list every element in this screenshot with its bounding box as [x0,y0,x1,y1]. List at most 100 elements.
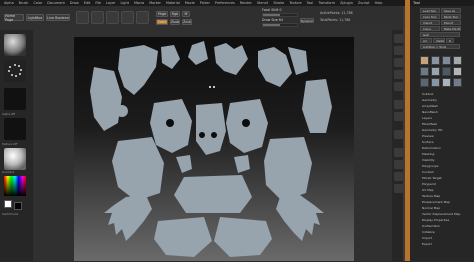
persp-button[interactable] [394,100,403,109]
menu-item-movie[interactable]: Movie [185,1,195,5]
zadd-toggle[interactable]: Zadd [156,19,168,25]
menu-item-help[interactable]: Help [375,1,383,5]
menu-item-zplugin[interactable]: Zplugin [340,1,353,5]
local-button[interactable] [394,130,403,139]
tool-thumbnail-4[interactable] [453,56,462,65]
color-picker[interactable] [4,176,26,196]
draw-size-slider[interactable] [262,23,298,27]
subpalette-subtool[interactable]: Subtool [422,92,433,96]
subpalette-vector-displacement-map[interactable]: Vector Displacement Map [422,212,460,216]
subpalette-preview[interactable]: Preview [422,134,434,138]
tool-thumbnail-7[interactable] [442,67,451,76]
subpalette-masking[interactable]: Masking [422,152,434,156]
subpalette-geometry[interactable]: Geometry [422,98,437,102]
subpalette-arraymesh[interactable]: ArrayMesh [422,104,438,108]
lightbox-button[interactable]: LightBox [26,14,44,21]
document-canvas[interactable] [74,37,354,261]
tool-make-polymesh3d-button[interactable]: Make PolyMesh3D [441,26,461,31]
tool-thumbnail-3[interactable] [442,56,451,65]
texture-thumbnail[interactable] [4,118,26,140]
menu-item-stencil[interactable]: Stencil [257,1,268,5]
rotate-mode-button[interactable] [136,11,149,24]
tool-thumbnail-12[interactable] [453,78,462,87]
menu-item-light[interactable]: Light [120,1,128,5]
tool-thumbnail-9[interactable] [420,78,429,87]
subpalette-polypaint[interactable]: Polypaint [422,182,436,186]
subpalette-nanomesh[interactable]: NanoMesh [422,110,438,114]
menu-item-transform[interactable]: Transform [318,1,335,5]
tool-paste-tool-button[interactable]: Paste Tool [441,14,461,19]
zcut-toggle[interactable]: Zcut [182,19,192,25]
switch-color-label[interactable]: SwitchColor [2,212,19,216]
menu-item-marker[interactable]: Marker [149,1,161,5]
tool-thumbnail-1[interactable] [420,56,429,65]
tool-save-as-button[interactable]: Save As [441,8,461,13]
tool-thumbnail-2[interactable] [431,56,440,65]
subpalette-visibility[interactable]: Visibility [422,158,435,162]
tool-export-button[interactable]: Export [441,20,461,25]
brush-thumbnail[interactable] [4,34,26,56]
subpalette-fibermesh[interactable]: FiberMesh [422,122,437,126]
live-boolean-button[interactable]: Live Boolean [46,14,70,21]
tool-load-tool-button[interactable]: Load Tool [420,8,440,13]
zoom3d-button[interactable] [394,172,403,181]
menu-item-zscript[interactable]: Zscript [358,1,370,5]
tool-clone-button[interactable]: Clone [420,26,440,31]
rotate-button[interactable] [394,184,403,193]
tool-import-button[interactable]: Import [420,20,440,25]
frame-button[interactable] [394,148,403,157]
zoom-button[interactable] [394,58,403,67]
menu-item-brush[interactable]: Brush [19,1,29,5]
subpalette-initialize[interactable]: Initialize [422,230,435,234]
mrgb-toggle[interactable]: Mrgb [156,11,168,17]
menu-item-picker[interactable]: Picker [200,1,210,5]
main-color-swatch[interactable] [4,200,12,208]
menu-item-draw[interactable]: Draw [70,1,79,5]
alpha-thumbnail[interactable] [4,88,26,110]
dynamic-toggle[interactable]: Dynamic [300,18,314,23]
menu-item-texture[interactable]: Texture [289,1,301,5]
subpalette-uv-map[interactable]: UV Map [422,188,434,192]
scroll-button[interactable] [394,46,403,55]
move-mode-button[interactable] [106,11,119,24]
menu-item-edit[interactable]: Edit [84,1,91,5]
subpalette-export[interactable]: Export [422,242,432,246]
tool-visible-button[interactable]: Visible [433,38,445,43]
menu-item-preferences[interactable]: Preferences [215,1,235,5]
m-toggle[interactable]: M [182,11,190,17]
menu-item-render[interactable]: Render [240,1,252,5]
menu-item-color[interactable]: Color [33,1,42,5]
tool-thumbnail-8[interactable] [453,67,462,76]
subpalette-deformation[interactable]: Deformation [422,146,441,150]
tool-r-button[interactable]: R [446,38,454,43]
subpalette-unified-skin[interactable]: Unified Skin [422,224,440,228]
floor-button[interactable] [394,112,403,121]
subpalette-normal-map[interactable]: Normal Map [422,206,440,210]
menu-item-file[interactable]: File [95,1,101,5]
subpalette-display-properties[interactable]: Display Properties [422,218,449,222]
scale-mode-button[interactable] [121,11,134,24]
tool-goz-button[interactable]: GoZ [420,32,460,37]
subpalette-texture-map[interactable]: Texture Map [422,194,440,198]
subpalette-displacement-map[interactable]: Displacement Map [422,200,450,204]
subpalette-morph-target[interactable]: Morph Target [422,176,442,180]
stroke-thumbnail[interactable] [4,60,26,82]
secondary-color-swatch[interactable] [14,202,22,210]
subpalette-contact[interactable]: Contact [422,170,434,174]
subpalette-layers[interactable]: Layers [422,116,432,120]
menu-item-alpha[interactable]: Alpha [4,1,14,5]
tool-thumbnail-6[interactable] [431,67,440,76]
rgb-toggle[interactable]: Rgb [170,11,180,17]
tool-lightbox-tools-button[interactable]: Lightbox > Tools [420,44,460,49]
tool-thumbnail-5[interactable] [420,67,429,76]
tool-thumbnail-10[interactable] [431,78,440,87]
aahalf-button[interactable] [394,82,403,91]
zsub-toggle[interactable]: Zsub [170,19,180,25]
subpalette-import[interactable]: Import [422,236,432,240]
tool-palette-title[interactable]: Tool [410,0,474,6]
draw-mode-button[interactable] [91,11,104,24]
menu-item-material[interactable]: Material [166,1,180,5]
home-page-button[interactable]: Home Page [4,14,24,22]
material-thumbnail[interactable] [4,148,26,170]
tool-copy-tool-button[interactable]: Copy Tool [420,14,440,19]
